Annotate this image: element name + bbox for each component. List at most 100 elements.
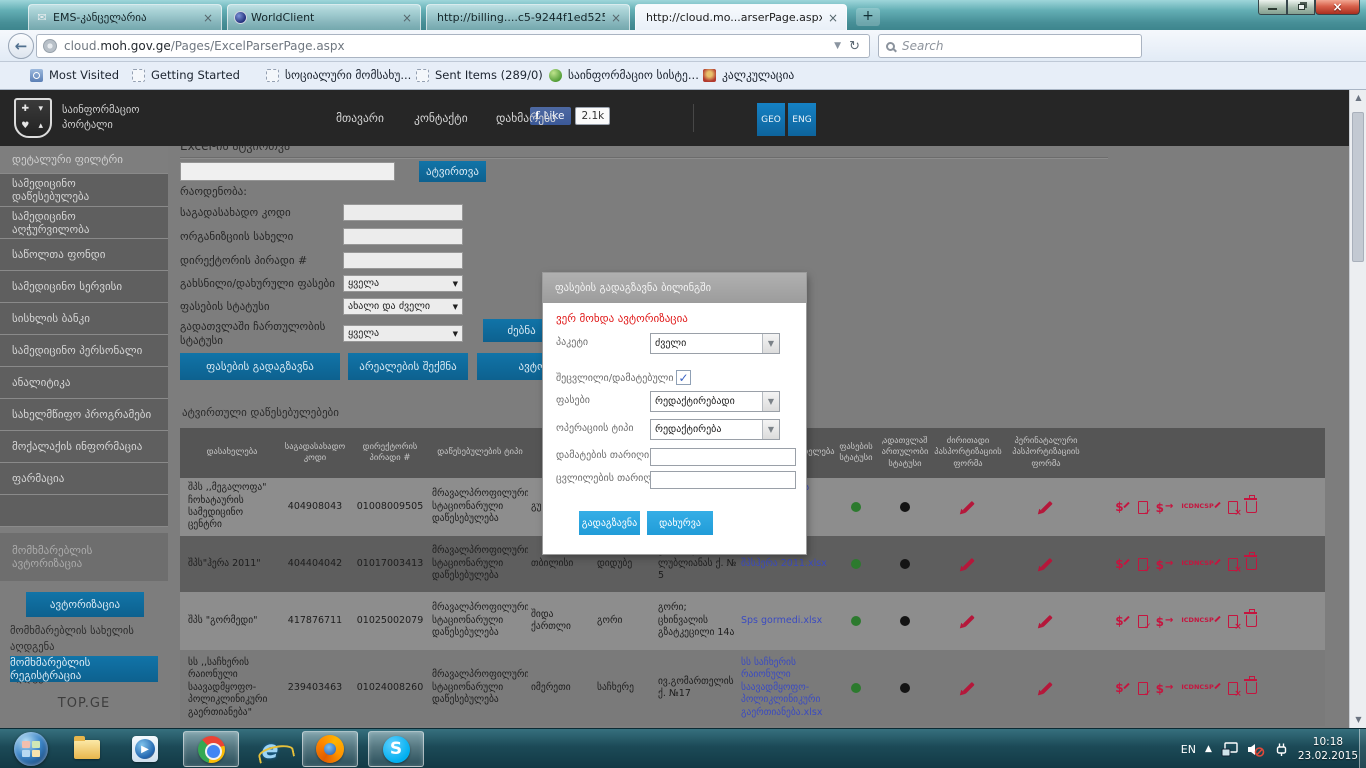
bookmark-item[interactable]: Sent Items (289/0) [416, 68, 543, 82]
form-confirm-icon[interactable]: ✓ [1138, 682, 1148, 695]
registration-button[interactable]: მომხმარებლის რეგისტრაცია [10, 656, 158, 682]
delete-icon[interactable] [1246, 558, 1257, 570]
cell-file[interactable]: სს საჩხერის რაიონული საავადმყოფო-პოლიკლი… [741, 650, 841, 726]
sidebar-item[interactable]: დეტალური ფილტრი [0, 146, 168, 174]
site-nav-item[interactable]: კონტაქტი [414, 111, 468, 125]
dialog-checkbox[interactable]: ✓ [676, 370, 691, 385]
power-plug-icon[interactable] [1274, 742, 1289, 757]
lang-button-geo[interactable]: GEO [757, 103, 785, 136]
bookmark-item[interactable]: Most Visited [30, 68, 119, 82]
delete-icon[interactable] [1246, 501, 1257, 513]
authorization-button[interactable]: ავტორიზაცია [26, 592, 144, 617]
bookmark-item[interactable]: Getting Started [132, 68, 240, 82]
page-scrollbar[interactable]: ▲ ▼ [1349, 90, 1366, 728]
tab-close-icon[interactable]: × [609, 12, 623, 24]
dialog-title[interactable]: ფასების გადაგზავნა ბილინგში [543, 273, 806, 303]
filter-input[interactable] [343, 252, 463, 269]
icd-ncsp-edit-icon[interactable]: ICDNCSP [1181, 684, 1219, 691]
dialog-select[interactable]: ძველი▼ [650, 333, 780, 354]
dialog-send-button[interactable]: გადაგზავნა [579, 511, 640, 535]
edit-pencil-icon[interactable] [962, 558, 974, 570]
price-edit-icon[interactable]: $ [1115, 615, 1129, 627]
delete-icon[interactable] [1246, 682, 1257, 694]
site-identity-icon[interactable] [43, 39, 57, 53]
sidebar-item[interactable]: სახელმწიფო პროგრამები [0, 399, 168, 431]
chrome-icon[interactable] [183, 731, 239, 767]
tab-close-icon[interactable]: × [400, 12, 414, 24]
url-dropdown-icon[interactable]: ▼ [829, 41, 846, 51]
filter-select[interactable]: ყველა▼ [343, 275, 463, 292]
form-reject-icon[interactable]: × [1228, 501, 1238, 514]
cell-file[interactable]: Sps gormedi.xlsx [741, 592, 841, 650]
icd-ncsp-edit-icon[interactable]: ICDNCSP [1181, 503, 1219, 510]
sidebar-item[interactable]: სისხლის ბანკი [0, 303, 168, 335]
dialog-close-button[interactable]: დახურვა [647, 511, 713, 535]
price-transfer-icon[interactable]: $→ [1156, 681, 1174, 695]
form-confirm-icon[interactable]: ✓ [1138, 558, 1148, 571]
form-reject-icon[interactable]: × [1228, 682, 1238, 695]
media-player-icon[interactable]: ▶ [128, 733, 162, 765]
dialog-select[interactable]: რედაქტირებადი▼ [650, 391, 780, 412]
edit-pencil-icon[interactable] [1040, 682, 1052, 694]
site-nav-item[interactable]: მთავარი [336, 111, 384, 125]
clock[interactable]: 10:18 23.02.2015 [1298, 735, 1358, 763]
lang-button-eng[interactable]: ENG [788, 103, 816, 136]
cell-actions[interactable]: $✓$→ICDNCSP× [1088, 536, 1284, 592]
bookmark-item[interactable]: საინფორმაციო სისტე... [549, 68, 699, 82]
browser-tab[interactable]: http://billing....c5-9244f1ed525a× [426, 4, 630, 30]
language-indicator[interactable]: EN [1181, 743, 1196, 756]
skype-icon[interactable]: S [368, 731, 424, 767]
close-button[interactable]: × [1315, 0, 1360, 15]
sidebar-item[interactable] [0, 495, 168, 527]
cell-actions[interactable]: $ ✓ $→ ICDNCSP × [1088, 650, 1284, 726]
cell-actions[interactable]: $✓$→ICDNCSP× [1088, 592, 1284, 650]
cell-actions[interactable]: $✓$→ICDNCSP× [1088, 478, 1284, 536]
tray-expand-icon[interactable]: ▲ [1205, 744, 1212, 754]
network-icon[interactable] [1221, 742, 1238, 757]
edit-pencil-icon[interactable] [1040, 615, 1052, 627]
auth-recovery-link[interactable]: მომხმარებლის სახელის აღდგენა [10, 624, 168, 656]
browser-tab-active[interactable]: http://cloud.mo...arserPage.aspx× [635, 4, 847, 30]
form-confirm-icon[interactable]: ✓ [1138, 501, 1148, 514]
icd-ncsp-edit-icon[interactable]: ICDNCSP [1181, 617, 1219, 624]
site-nav-item[interactable]: დახმარება [496, 111, 556, 125]
sidebar-item[interactable]: სამედიცინო სერვისი [0, 271, 168, 303]
form-reject-icon[interactable]: × [1228, 558, 1238, 571]
sidebar-item[interactable]: საწოლთა ფონდი [0, 239, 168, 271]
form-confirm-icon[interactable]: ✓ [1138, 615, 1148, 628]
sidebar-item[interactable]: სამედიცინო დაწესებულება [0, 174, 168, 207]
firefox-icon[interactable] [302, 731, 358, 767]
delete-icon[interactable] [1246, 615, 1257, 627]
price-edit-icon[interactable]: $ [1115, 682, 1129, 694]
scrollbar-thumb[interactable] [1352, 112, 1364, 262]
browser-tab[interactable]: ✉EMS-კანცელარია× [28, 4, 222, 30]
price-edit-icon[interactable]: $ [1115, 558, 1129, 570]
filter-input[interactable] [343, 204, 463, 221]
url-bar[interactable]: cloud.moh.gov.ge/Pages/ExcelParserPage.a… [36, 34, 870, 58]
minimize-button[interactable] [1258, 0, 1287, 15]
bookmark-item[interactable]: სოციალური მომსახუ... [266, 68, 411, 82]
tab-close-icon[interactable]: × [826, 12, 840, 24]
volume-muted-icon[interactable] [1247, 742, 1265, 757]
price-transfer-icon[interactable]: $→ [1156, 557, 1174, 571]
bookmark-item[interactable]: კალკულაცია [703, 68, 794, 82]
action-button[interactable]: არეალების შექმნა [348, 353, 468, 380]
back-button[interactable]: ← [8, 33, 34, 59]
sidebar-item[interactable]: მოქალაქის ინფორმაცია [0, 431, 168, 463]
edit-pencil-icon[interactable] [962, 615, 974, 627]
price-transfer-icon[interactable]: $→ [1156, 500, 1174, 514]
topge-link[interactable]: TOP.GE [0, 696, 168, 711]
sidebar-item[interactable]: სამედიცინო აღჭურვილობა [0, 207, 168, 239]
scroll-down-icon[interactable]: ▼ [1350, 712, 1366, 728]
file-upload-input[interactable] [180, 162, 395, 181]
portal-logo-icon[interactable]: ✚▾♥▴ [14, 98, 52, 138]
tab-close-icon[interactable]: × [201, 12, 215, 24]
dialog-date-input[interactable] [650, 471, 796, 489]
internet-explorer-icon[interactable]: e [248, 733, 292, 765]
price-transfer-icon[interactable]: $→ [1156, 614, 1174, 628]
filter-select[interactable]: ყველა▼ [343, 325, 463, 342]
dialog-select[interactable]: რედაქტირება▼ [650, 419, 780, 440]
browser-tab[interactable]: WorldClient× [227, 4, 421, 30]
show-desktop-button[interactable] [1359, 729, 1366, 768]
edit-pencil-icon[interactable] [962, 682, 974, 694]
